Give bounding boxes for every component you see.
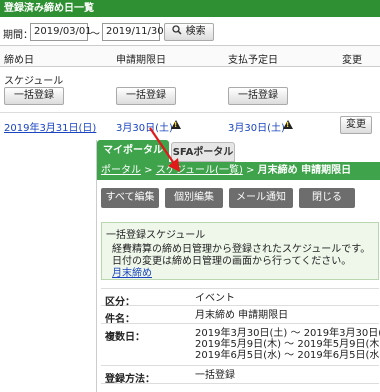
breadcrumb: ポータル > スケジュール(一覧) > 月末締め 申請期限日 bbox=[97, 162, 380, 180]
tab-my-portal[interactable]: マイポータル bbox=[97, 140, 169, 162]
schedule-popup: マイポータル SFAポータル ポータル > スケジュール(一覧) > 月末締め … bbox=[96, 140, 380, 392]
action-bar: すべて編集 個別編集 メール通知 閉じる bbox=[97, 188, 380, 210]
notice-heading: 一括登録スケジュール bbox=[106, 230, 206, 241]
bulk-register-button-3[interactable]: 一括登録 bbox=[228, 87, 288, 105]
breadcrumb-current: 月末締め 申請期限日 bbox=[257, 165, 352, 176]
tab-sfa-portal[interactable]: SFAポータル bbox=[171, 142, 235, 162]
detail-value: イベント bbox=[195, 293, 235, 304]
header-deadline: 申請期限日 bbox=[116, 55, 166, 66]
deadline-link[interactable]: 3月30日(土) bbox=[116, 119, 173, 134]
detail-row: 件名： 月末締め 申請期限日 bbox=[101, 306, 379, 325]
search-icon bbox=[172, 25, 182, 35]
detail-label: 登録方法： bbox=[105, 374, 155, 385]
edit-individual-button[interactable]: 個別編集 bbox=[165, 188, 223, 208]
detail-label: 複数日： bbox=[105, 332, 145, 343]
breadcrumb-sep: > bbox=[141, 165, 156, 176]
change-button[interactable]: 変更 bbox=[340, 116, 372, 134]
bulk-register-button-2[interactable]: 一括登録 bbox=[116, 87, 176, 105]
detail-value: 一括登録 bbox=[195, 370, 235, 381]
table-header: 締め日 申請期限日 支払予定日 変更 bbox=[0, 45, 380, 67]
close-button[interactable]: 閉じる bbox=[299, 188, 355, 208]
breadcrumb-sep: > bbox=[242, 165, 258, 176]
detail-row: 区分： イベント bbox=[101, 288, 379, 308]
header-close-date: 締め日 bbox=[4, 55, 34, 66]
search-button[interactable]: 検索 bbox=[164, 23, 214, 41]
warning-icon bbox=[171, 120, 181, 129]
search-label: 検索 bbox=[185, 26, 206, 37]
mail-notify-button[interactable]: メール通知 bbox=[229, 188, 293, 208]
breadcrumb-schedule[interactable]: スケジュール(一覧) bbox=[156, 165, 243, 176]
detail-value: 月末締め 申請期限日 bbox=[195, 310, 289, 321]
period-label: 期間： bbox=[3, 30, 33, 41]
close-date-link[interactable]: 2019年3月31日(日) bbox=[4, 119, 96, 134]
month-end-link[interactable]: 月末締め bbox=[112, 264, 152, 279]
payment-link[interactable]: 3月30日(土) bbox=[228, 119, 285, 134]
detail-row: 登録方法： 一括登録 bbox=[101, 366, 379, 385]
period-from-input[interactable]: 2019/03/01 bbox=[30, 23, 92, 41]
header-payment: 支払予定日 bbox=[228, 55, 278, 66]
portal-tabs: マイポータル SFAポータル bbox=[97, 140, 380, 162]
bulk-register-button-1[interactable]: 一括登録 bbox=[4, 87, 64, 105]
page-title: 登録済み締め日一覧 bbox=[0, 0, 380, 17]
detail-value: 2019年3月30日(土) ～ 2019年3月30日(土) 2019年5月9日(… bbox=[195, 328, 380, 361]
edit-all-button[interactable]: すべて編集 bbox=[101, 188, 159, 208]
header-change: 変更 bbox=[342, 55, 362, 66]
bulk-schedule-notice: 一括登録スケジュール 経費精算の締め日管理から登録されたスケジュールです。 日付… bbox=[101, 222, 379, 280]
table-row: 2019年3月31日(日) 3月30日(土) 3月30日(土) 変更 bbox=[0, 112, 380, 138]
schedule-label: スケジュール bbox=[4, 76, 64, 87]
warning-icon bbox=[283, 120, 293, 129]
period-filter: 期間： 2019/03/01 ～ 2019/11/30 検索 bbox=[0, 21, 380, 43]
period-tilde: ～ bbox=[90, 29, 100, 40]
detail-row: 複数日： 2019年3月30日(土) ～ 2019年3月30日(土) 2019年… bbox=[101, 324, 380, 366]
period-to-input[interactable]: 2019/11/30 bbox=[102, 23, 164, 41]
breadcrumb-portal[interactable]: ポータル bbox=[101, 165, 141, 176]
detail-label: 件名： bbox=[105, 314, 135, 325]
